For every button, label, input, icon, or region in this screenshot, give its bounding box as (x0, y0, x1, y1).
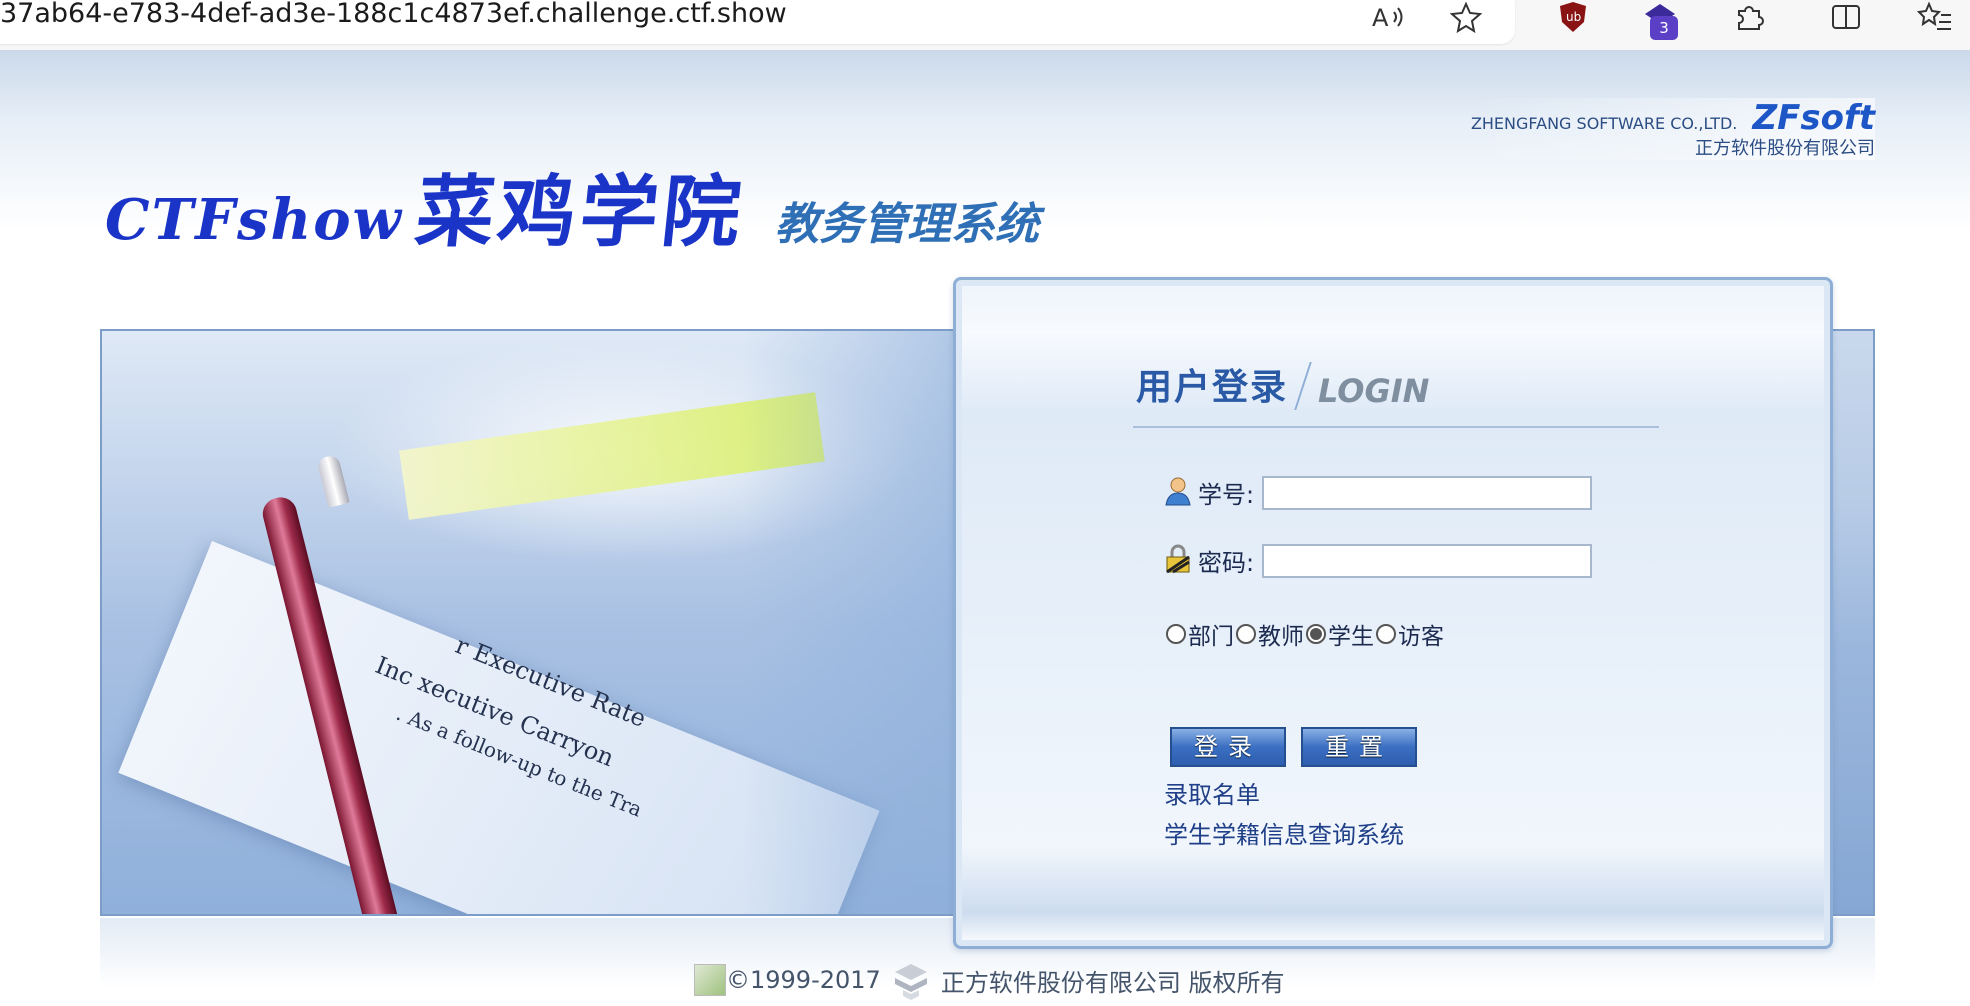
username-label: 学号: (1198, 481, 1255, 509)
login-title-cn: 用户登录 (1136, 367, 1289, 408)
site-logo: CTFshow 菜鸡学院 教务管理系统 (105, 150, 1039, 262)
address-bar[interactable]: 37ab64-e783-4def-ad3e-188c1c4873ef.chall… (0, 0, 1515, 44)
url-text[interactable]: 37ab64-e783-4def-ad3e-188c1c4873ef.chall… (0, 0, 787, 29)
broken-image-icon (694, 964, 726, 996)
password-input[interactable] (1262, 543, 1593, 578)
title-divider (1294, 362, 1312, 410)
extension-badge: 3 (1650, 16, 1678, 40)
pen-tip (316, 454, 350, 508)
role-radio-visitor[interactable] (1376, 624, 1396, 644)
system-name: 教务管理系统 (774, 199, 1039, 250)
role-radio-department[interactable] (1166, 624, 1186, 644)
role-radio-student[interactable] (1306, 624, 1326, 644)
student-status-link[interactable]: 学生学籍信息查询系统 (1164, 815, 1404, 850)
password-label: 密码: (1198, 549, 1255, 577)
role-label-visitor: 访客 (1398, 624, 1444, 650)
title-underline (1133, 426, 1659, 428)
login-panel: 用户登录 LOGIN 学号: 密码: 部门 教师 学生 访客 登录 重置 录取名… (953, 277, 1833, 949)
read-aloud-icon[interactable]: A (1368, 0, 1408, 34)
banner-photo: r Executive Rate Inc xecutive Carryon . … (102, 331, 962, 914)
zfsoft-mark-icon (891, 960, 931, 1000)
extensions-puzzle-icon[interactable] (1729, 0, 1769, 34)
user-icon (1164, 476, 1192, 510)
role-label-student: 学生 (1328, 624, 1374, 650)
password-row: 密码: (1164, 543, 1593, 578)
logo-cn: 菜鸡学院 (411, 167, 749, 258)
role-label-department: 部门 (1188, 624, 1234, 650)
split-screen-icon[interactable] (1826, 0, 1866, 34)
favorite-star-icon[interactable] (1446, 0, 1486, 34)
browser-toolbar: 37ab64-e783-4def-ad3e-188c1c4873ef.chall… (0, 0, 1970, 50)
role-radio-teacher[interactable] (1236, 624, 1256, 644)
login-page: CTFshow 菜鸡学院 教务管理系统 ZHENGFANG SOFTWARE C… (0, 50, 1970, 1000)
copyright-years: ©1999-2017 (726, 966, 881, 994)
favorites-list-icon[interactable] (1915, 0, 1955, 34)
ublock-icon[interactable]: ub (1553, 0, 1593, 34)
reset-button[interactable]: 重置 (1301, 727, 1417, 767)
copyright-company: 正方软件股份有限公司 版权所有 (940, 968, 1285, 997)
admission-list-link[interactable]: 录取名单 (1164, 775, 1260, 810)
logo-en: CTFshow (105, 187, 403, 253)
username-input[interactable] (1262, 475, 1593, 510)
photo-fade (742, 331, 962, 914)
login-button[interactable]: 登录 (1170, 727, 1286, 767)
login-title: 用户登录 LOGIN (1136, 358, 1429, 410)
username-row: 学号: (1164, 475, 1593, 510)
footer: ©1999-2017 正方软件股份有限公司 版权所有 (694, 960, 1284, 1000)
lock-icon (1164, 544, 1192, 578)
login-title-en: LOGIN (1318, 372, 1430, 410)
role-selector: 部门 教师 学生 访客 (1166, 617, 1446, 651)
svg-text:ub: ub (1566, 10, 1581, 24)
company-brand: ZFsoft (1752, 98, 1875, 138)
svg-text:A: A (1372, 4, 1389, 32)
company-name-en: ZHENGFANG SOFTWARE CO.,LTD. (1470, 114, 1738, 133)
company-logo: ZHENGFANG SOFTWARE CO.,LTD. ZFsoft 正方软件股… (1470, 98, 1875, 160)
role-label-teacher: 教师 (1258, 624, 1304, 650)
